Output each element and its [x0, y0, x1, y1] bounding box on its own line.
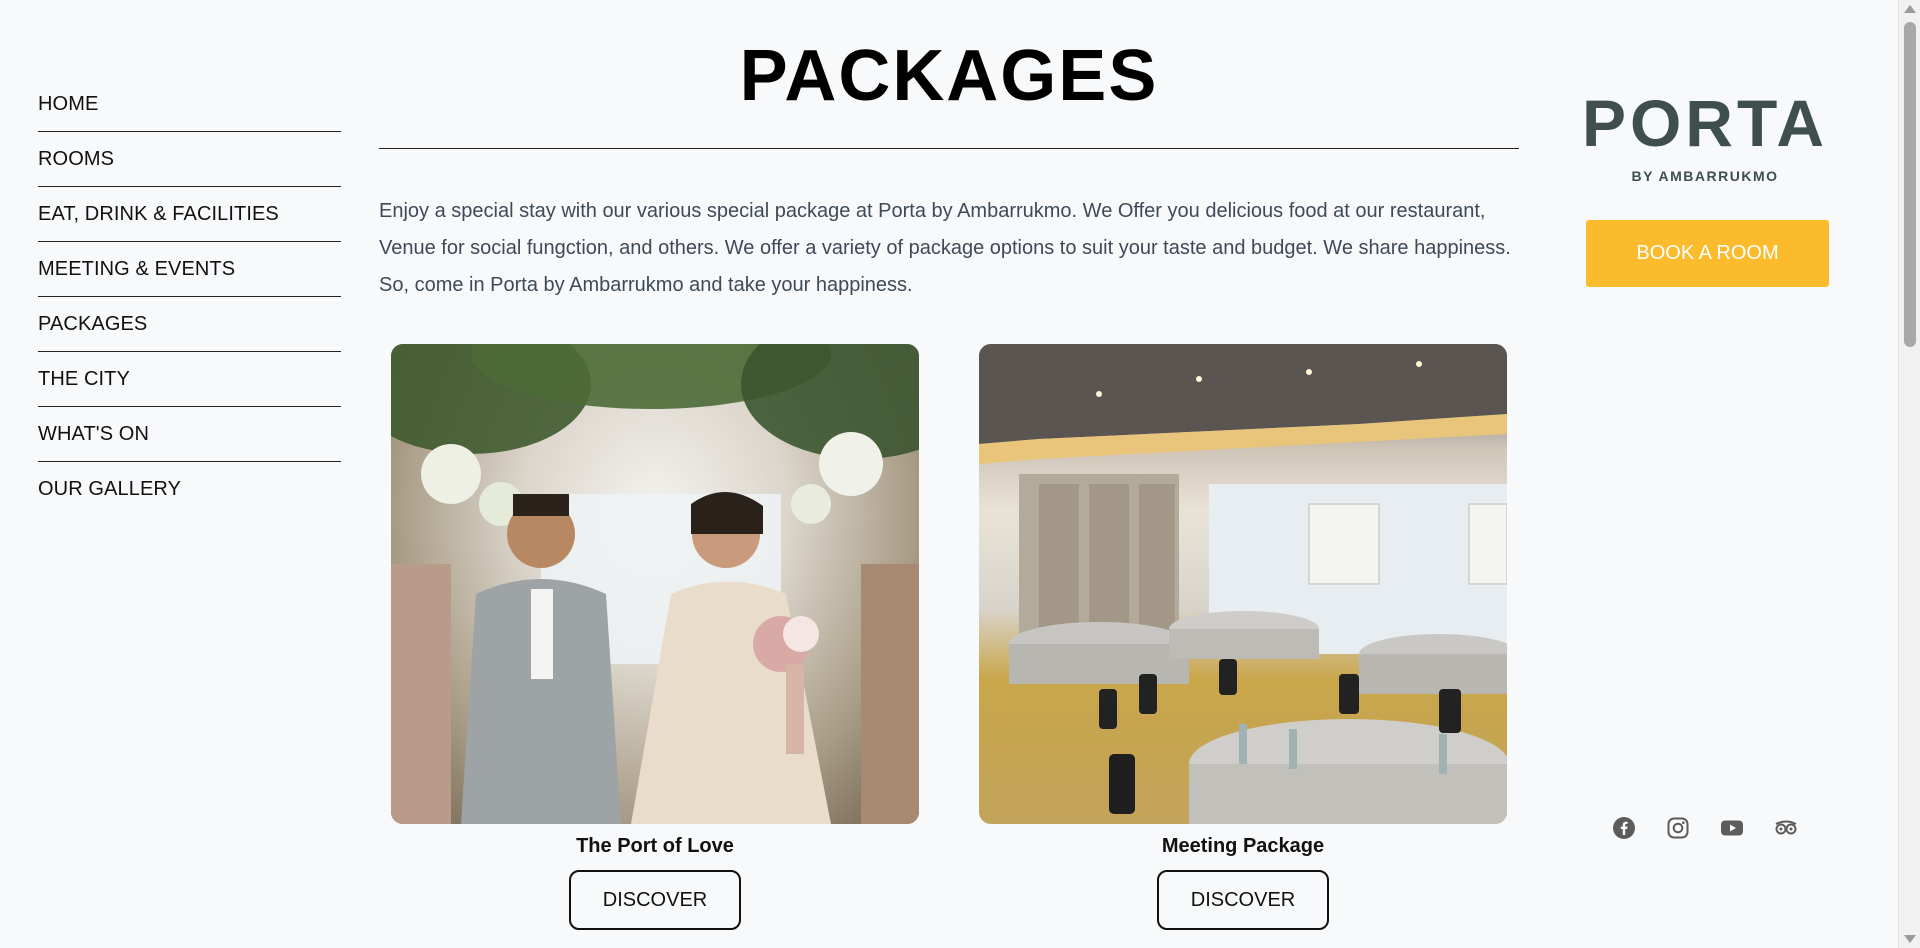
package-card-port-of-love: The Port of Love DISCOVER [391, 344, 919, 930]
intro-paragraph: Enjoy a special stay with our various sp… [379, 200, 1511, 296]
main-navigation: HOME ROOMS EAT, DRINK & FACILITIES MEETI… [38, 77, 341, 517]
logo-subtitle: BY AMBARRUKMO [1631, 168, 1779, 184]
discover-button[interactable]: DISCOVER [1157, 870, 1329, 930]
instagram-icon[interactable] [1666, 816, 1690, 840]
discover-button[interactable]: DISCOVER [569, 870, 741, 930]
nav-item-packages[interactable]: PACKAGES [38, 297, 341, 352]
nav-item-the-city[interactable]: THE CITY [38, 352, 341, 407]
title-divider [379, 148, 1519, 149]
wedding-couple-photo[interactable] [391, 344, 919, 824]
nav-item-rooms[interactable]: ROOMS [38, 132, 341, 187]
scroll-down-arrow-icon[interactable] [1904, 935, 1916, 943]
youtube-icon[interactable] [1720, 816, 1744, 840]
meeting-room-photo[interactable] [979, 344, 1507, 824]
package-title: Meeting Package [1161, 835, 1325, 857]
nav-item-eat-drink-facilities[interactable]: EAT, DRINK & FACILITIES [38, 187, 341, 242]
book-a-room-button[interactable]: BOOK A ROOM [1586, 220, 1829, 287]
page-title: PACKAGES [739, 36, 1159, 116]
tripadvisor-icon[interactable] [1774, 816, 1798, 840]
nav-item-our-gallery[interactable]: OUR GALLERY [38, 462, 341, 517]
scroll-up-arrow-icon[interactable] [1904, 5, 1916, 13]
nav-item-whats-on[interactable]: WHAT'S ON [38, 407, 341, 462]
package-title: The Port of Love [576, 835, 734, 857]
nav-item-meeting-events[interactable]: MEETING & EVENTS [38, 242, 341, 297]
scroll-thumb[interactable] [1904, 22, 1916, 347]
main-content: PACKAGES Enjoy a special stay with our v… [379, 0, 1519, 944]
package-card-meeting: Meeting Package DISCOVER [979, 344, 1507, 930]
package-cards: The Port of Love DISCOVER Meeting Packag… [379, 344, 1519, 944]
vertical-scrollbar[interactable] [1898, 0, 1920, 948]
facebook-icon[interactable] [1612, 816, 1636, 840]
logo-wordmark: PORTA [1581, 86, 1829, 160]
social-links [1612, 816, 1798, 840]
nav-item-home[interactable]: HOME [38, 77, 341, 132]
porta-logo[interactable]: PORTA BY AMBARRUKMO [1555, 90, 1855, 184]
